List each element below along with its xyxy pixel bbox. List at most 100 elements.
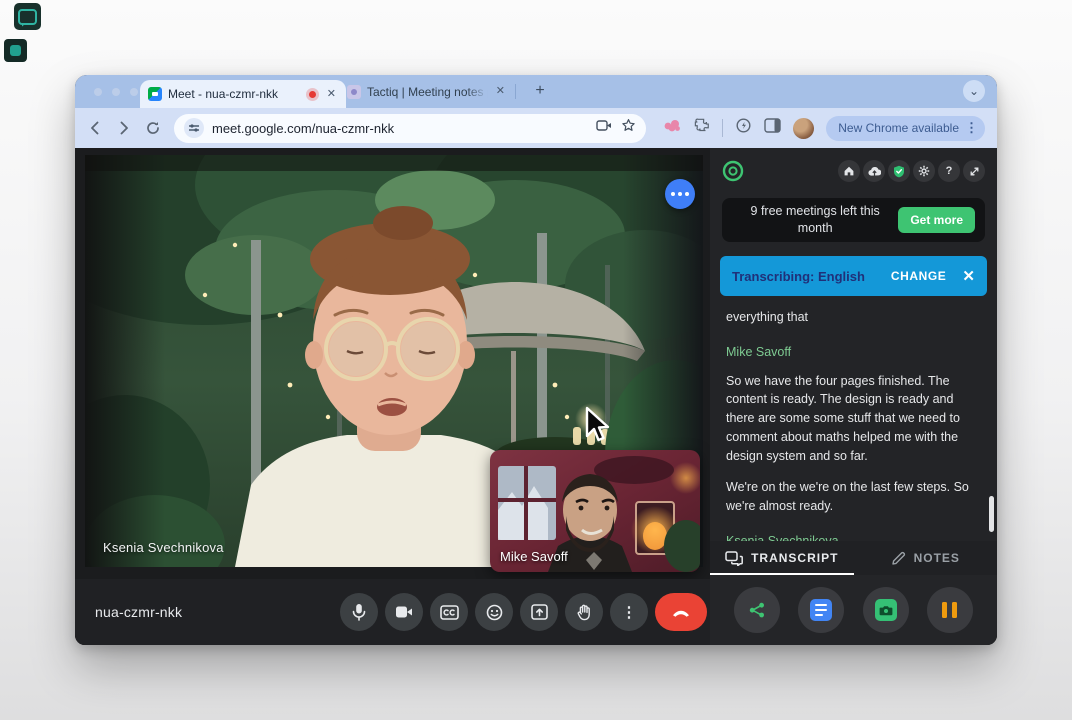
url-bar[interactable]: meet.google.com/nua-czmr-nkk xyxy=(174,114,646,143)
tactiq-action-bar xyxy=(710,575,997,645)
tab-notes[interactable]: NOTES xyxy=(854,541,998,575)
url-text[interactable]: meet.google.com/nua-czmr-nkk xyxy=(212,121,588,136)
tab-title: Meet - nua-czmr-nkk xyxy=(168,87,300,101)
close-icon[interactable]: ✕ xyxy=(962,267,975,285)
transcript-text: everything that xyxy=(726,308,979,327)
toolbar-separator xyxy=(722,119,723,137)
meeting-code-label: nua-czmr-nkk xyxy=(95,604,182,620)
pip-video-tile[interactable]: Mike Savoff xyxy=(490,450,700,572)
toolbar-right-cluster: New Chrome available ⋮ xyxy=(663,116,985,141)
transcript-speaker: Ksenia Svechnikova xyxy=(726,532,979,541)
change-language-button[interactable]: CHANGE xyxy=(891,269,947,283)
pause-icon xyxy=(942,602,957,618)
tactiq-tabs: TRANSCRIPT NOTES xyxy=(710,541,997,575)
chat-bubbles-icon xyxy=(725,551,743,566)
screenshot-button[interactable] xyxy=(863,587,909,633)
tactiq-header: ? xyxy=(710,148,997,194)
share-icon xyxy=(748,601,766,619)
side-panel-icon[interactable] xyxy=(764,118,781,138)
desktop-background: Meet - nua-czmr-nkk ✕ Tactiq | Meeting n… xyxy=(0,0,1072,720)
tab-notes-label: NOTES xyxy=(914,551,960,565)
chat-overlay-button[interactable] xyxy=(665,179,695,209)
more-vertical-icon[interactable]: ⋮ xyxy=(965,120,978,136)
privacy-shield-icon[interactable] xyxy=(888,160,910,182)
scrollbar-thumb[interactable] xyxy=(989,496,994,532)
tab-title: Tactiq | Meeting notes power xyxy=(367,85,488,99)
site-settings-icon[interactable] xyxy=(184,118,204,138)
profile-avatar[interactable] xyxy=(793,118,814,139)
tactiq-sidebar: ? 9 free meetings left this month Get mo… xyxy=(710,148,997,645)
pip-name-label: Mike Savoff xyxy=(500,549,568,564)
resize-panel-icon[interactable] xyxy=(963,160,985,182)
new-chrome-label: New Chrome available xyxy=(838,121,959,135)
pink-extension-icon[interactable] xyxy=(663,118,681,138)
transcript-text: So we have the four pages finished. The … xyxy=(726,372,979,466)
transcribing-label: Transcribing: English xyxy=(732,269,891,284)
window-control-dot[interactable] xyxy=(94,88,102,96)
reload-icon[interactable] xyxy=(145,120,161,136)
end-call-button[interactable] xyxy=(655,593,707,631)
screenshot-camera-icon xyxy=(875,599,897,621)
transcript-text: We're on the we're on the last few steps… xyxy=(726,478,979,516)
overlay-record-icon[interactable] xyxy=(4,39,27,62)
more-vertical-icon: ⋮ xyxy=(622,603,637,621)
window-control-dot[interactable] xyxy=(130,88,138,96)
raise-hand-button[interactable] xyxy=(565,593,603,631)
tab-strip: Meet - nua-czmr-nkk ✕ Tactiq | Meeting n… xyxy=(75,75,997,108)
back-icon[interactable] xyxy=(87,120,103,136)
bookmark-star-icon[interactable] xyxy=(621,118,636,138)
meet-area: Ksenia Svechnikova xyxy=(75,148,710,645)
new-tab-button[interactable]: + xyxy=(530,81,550,101)
home-icon[interactable] xyxy=(838,160,860,182)
tab-transcript[interactable]: TRANSCRIPT xyxy=(710,541,854,575)
new-chrome-available-button[interactable]: New Chrome available ⋮ xyxy=(826,116,985,141)
captions-button[interactable] xyxy=(430,593,468,631)
overlay-chat-icon[interactable] xyxy=(14,3,41,30)
camera-button[interactable] xyxy=(385,593,423,631)
extensions-puzzle-icon[interactable] xyxy=(693,117,710,139)
close-tab-icon[interactable]: ✕ xyxy=(494,86,507,97)
settings-gear-icon[interactable] xyxy=(913,160,935,182)
tab-search-chevron-icon[interactable]: ⌄ xyxy=(963,80,985,102)
tab-tactiq[interactable]: Tactiq | Meeting notes power ✕ xyxy=(341,75,513,108)
transcribing-bar: Transcribing: English CHANGE ✕ xyxy=(720,256,987,296)
browser-window: Meet - nua-czmr-nkk ✕ Tactiq | Meeting n… xyxy=(75,75,997,645)
tab-meet[interactable]: Meet - nua-czmr-nkk ✕ xyxy=(140,80,346,108)
summary-button[interactable] xyxy=(798,587,844,633)
free-meetings-text: 9 free meetings left this month xyxy=(732,203,898,237)
pencil-icon xyxy=(891,551,906,566)
participant-name-label: Ksenia Svechnikova xyxy=(103,540,224,555)
close-tab-icon[interactable]: ✕ xyxy=(325,89,338,100)
free-meetings-banner: 9 free meetings left this month Get more xyxy=(722,198,985,242)
microphone-button[interactable] xyxy=(340,593,378,631)
more-options-button[interactable]: ⋮ xyxy=(610,593,648,631)
present-screen-button[interactable] xyxy=(520,593,558,631)
record-square-icon xyxy=(10,45,21,56)
meet-control-buttons: ⋮ xyxy=(340,593,707,631)
meet-control-bar: nua-czmr-nkk xyxy=(75,579,710,645)
chat-bubble-icon xyxy=(18,9,37,25)
tactiq-logo-icon xyxy=(722,160,744,182)
question-glyph: ? xyxy=(946,165,953,177)
tactiq-favicon-icon xyxy=(347,85,361,99)
upload-icon[interactable] xyxy=(863,160,885,182)
browser-toolbar: meet.google.com/nua-czmr-nkk xyxy=(75,108,997,148)
share-button[interactable] xyxy=(734,587,780,633)
window-control-dot[interactable] xyxy=(112,88,120,96)
circle-extension-icon[interactable] xyxy=(735,117,752,139)
help-icon[interactable]: ? xyxy=(938,160,960,182)
get-more-button[interactable]: Get more xyxy=(898,207,975,233)
transcript-list[interactable]: everything that Mike Savoff So we have t… xyxy=(710,296,997,541)
transcript-speaker: Mike Savoff xyxy=(726,343,979,362)
recording-indicator-icon xyxy=(306,88,319,101)
tab-transcript-label: TRANSCRIPT xyxy=(751,551,838,565)
reactions-button[interactable] xyxy=(475,593,513,631)
summary-doc-icon xyxy=(810,599,832,621)
browser-content: Ksenia Svechnikova xyxy=(75,148,997,645)
tab-separator xyxy=(515,84,516,99)
pause-button[interactable] xyxy=(927,587,973,633)
meet-favicon-icon xyxy=(148,87,162,101)
camera-permission-icon[interactable] xyxy=(596,119,613,137)
forward-icon[interactable] xyxy=(116,120,132,136)
window-controls[interactable] xyxy=(94,88,138,96)
